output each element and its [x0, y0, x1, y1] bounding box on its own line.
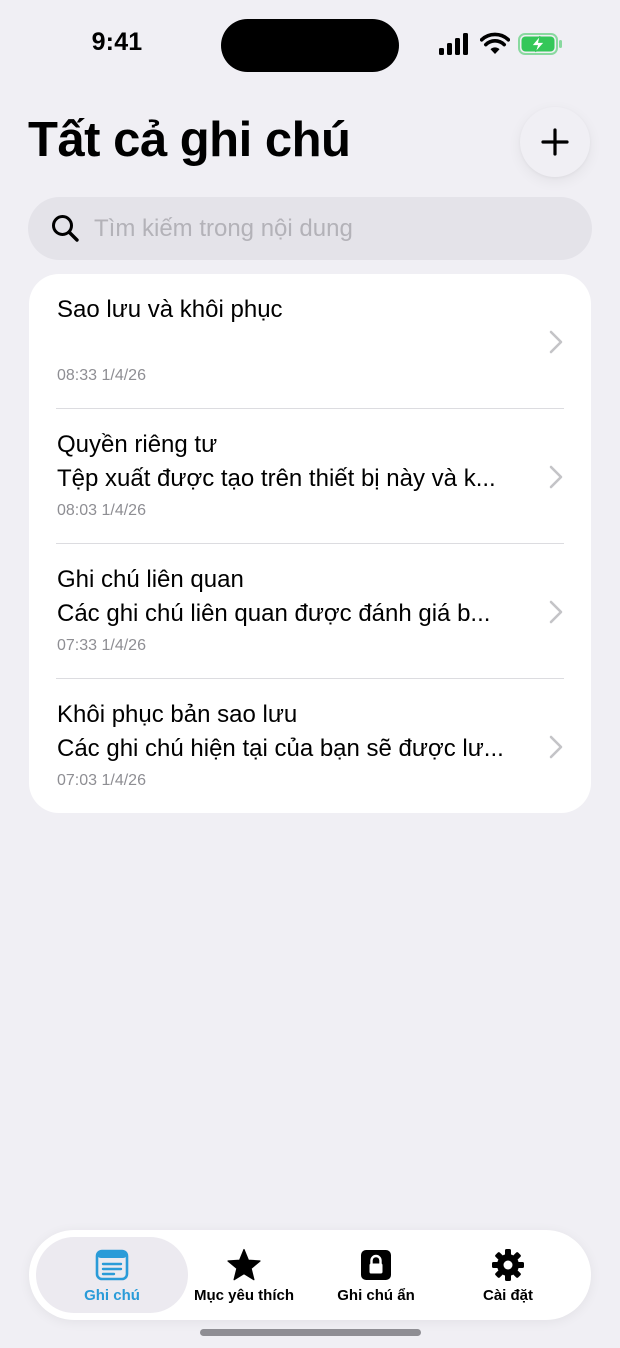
tab-hidden-notes[interactable]: Ghi chú ẩn [321, 1237, 431, 1313]
add-note-button[interactable] [520, 107, 590, 177]
search-bar[interactable] [28, 197, 592, 260]
search-input[interactable] [94, 197, 574, 260]
note-title: Ghi chú liên quan [57, 566, 244, 593]
star-icon [226, 1248, 262, 1282]
chevron-right-icon [549, 600, 563, 624]
list-item[interactable]: Khôi phục bản sao lưu Các ghi chú hiện t… [29, 679, 591, 813]
wifi-icon [480, 32, 510, 54]
tab-label: Ghi chú ẩn [337, 1287, 415, 1304]
dynamic-island [221, 19, 399, 72]
home-indicator[interactable] [200, 1329, 421, 1336]
notes-icon [95, 1248, 129, 1282]
notes-list: Sao lưu và khôi phục 08:33 1/4/26 Quyền … [29, 274, 591, 813]
plus-icon [541, 128, 569, 156]
page-title: Tất cả ghi chú [28, 113, 351, 167]
tab-settings[interactable]: Cài đặt [453, 1237, 563, 1313]
note-timestamp: 07:03 1/4/26 [57, 772, 146, 789]
note-title: Quyền riêng tư [57, 431, 218, 458]
status-icons [438, 32, 566, 60]
tab-notes[interactable]: Ghi chú [36, 1237, 188, 1313]
note-timestamp: 08:33 1/4/26 [57, 367, 146, 384]
note-title: Sao lưu và khôi phục [57, 296, 283, 323]
search-icon [52, 215, 79, 242]
tab-label: Mục yêu thích [193, 1287, 294, 1304]
list-item[interactable]: Ghi chú liên quan Các ghi chú liên quan … [29, 544, 591, 679]
status-time: 9:41 [91, 28, 143, 56]
status-bar: 9:41 [0, 0, 620, 92]
lock-icon [360, 1248, 392, 1282]
tab-bar: Ghi chú Mục yêu thích Ghi chú ẩn Cài đặt [29, 1230, 591, 1320]
note-preview: Tệp xuất được tạo trên thiết bị này và k… [57, 465, 496, 492]
note-timestamp: 07:33 1/4/26 [57, 637, 146, 654]
chevron-right-icon [549, 735, 563, 759]
gear-icon [491, 1248, 525, 1282]
list-item[interactable]: Quyền riêng tư Tệp xuất được tạo trên th… [29, 409, 591, 544]
tab-favorites[interactable]: Mục yêu thích [189, 1237, 299, 1313]
note-timestamp: 08:03 1/4/26 [57, 502, 146, 519]
note-preview: Các ghi chú hiện tại của bạn sẽ được lư.… [57, 735, 504, 762]
note-preview: Các ghi chú liên quan được đánh giá b... [57, 600, 491, 627]
tab-label: Cài đặt [482, 1287, 533, 1304]
list-item[interactable]: Sao lưu và khôi phục 08:33 1/4/26 [29, 274, 591, 409]
chevron-right-icon [549, 330, 563, 354]
chevron-right-icon [549, 465, 563, 489]
battery-charging-icon [518, 33, 562, 55]
cellular-signal-icon [439, 33, 468, 55]
note-title: Khôi phục bản sao lưu [57, 701, 298, 728]
tab-label: Ghi chú [84, 1287, 140, 1304]
